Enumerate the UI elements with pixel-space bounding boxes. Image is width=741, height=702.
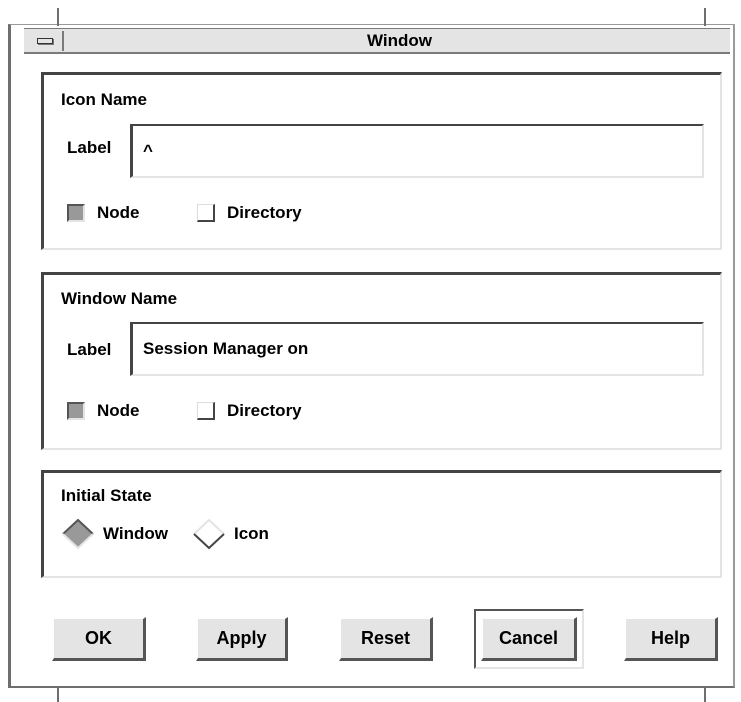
radio-unselected-icon — [193, 518, 225, 550]
window-directory-label: Directory — [227, 401, 302, 420]
window-title: Window — [367, 31, 432, 50]
frame-resize-handle-top-left[interactable] — [57, 8, 59, 26]
window-menu-icon — [37, 38, 53, 44]
frame-resize-handle-bottom-left[interactable] — [57, 686, 59, 702]
state-icon-radio[interactable]: Icon — [192, 518, 269, 550]
state-window-label: Window — [103, 524, 168, 543]
icon-node-checkbox[interactable]: Node — [67, 203, 140, 223]
icon-directory-label: Directory — [227, 203, 302, 222]
state-window-radio[interactable]: Window — [61, 518, 168, 550]
initial-state-heading: Initial State — [61, 486, 152, 505]
frame-resize-handle-left-top[interactable] — [8, 40, 11, 62]
cancel-button[interactable]: Cancel — [481, 617, 577, 661]
reset-button[interactable]: Reset — [339, 617, 433, 661]
window-directory-checkbox-indicator — [197, 402, 215, 420]
help-button[interactable]: Help — [624, 617, 718, 661]
window-label-caption: Label — [67, 340, 112, 359]
frame-resize-handle-left-bottom[interactable] — [8, 656, 11, 678]
window-node-checkbox[interactable]: Node — [67, 401, 140, 421]
icon-label-caption: Label — [67, 138, 112, 157]
frame-resize-handle-top-right[interactable] — [704, 8, 706, 26]
icon-node-checkbox-indicator — [67, 204, 85, 222]
icon-node-label: Node — [97, 203, 140, 222]
radio-selected-icon — [62, 518, 94, 550]
window-name-heading: Window Name — [61, 289, 178, 308]
window-node-checkbox-indicator — [67, 402, 85, 420]
apply-button[interactable]: Apply — [196, 617, 288, 661]
frame-resize-handle-bottom-right[interactable] — [704, 686, 706, 702]
icon-directory-checkbox[interactable]: Directory — [197, 203, 302, 223]
icon-directory-checkbox-indicator — [197, 204, 215, 222]
icon-label-input[interactable] — [130, 124, 704, 178]
ok-button[interactable]: OK — [52, 617, 146, 661]
state-icon-label: Icon — [234, 524, 269, 543]
window-directory-checkbox[interactable]: Directory — [197, 401, 302, 421]
icon-name-heading: Icon Name — [61, 90, 147, 109]
window-menu-button[interactable] — [28, 31, 64, 51]
window-node-label: Node — [97, 401, 140, 420]
window-label-input[interactable] — [130, 322, 704, 376]
